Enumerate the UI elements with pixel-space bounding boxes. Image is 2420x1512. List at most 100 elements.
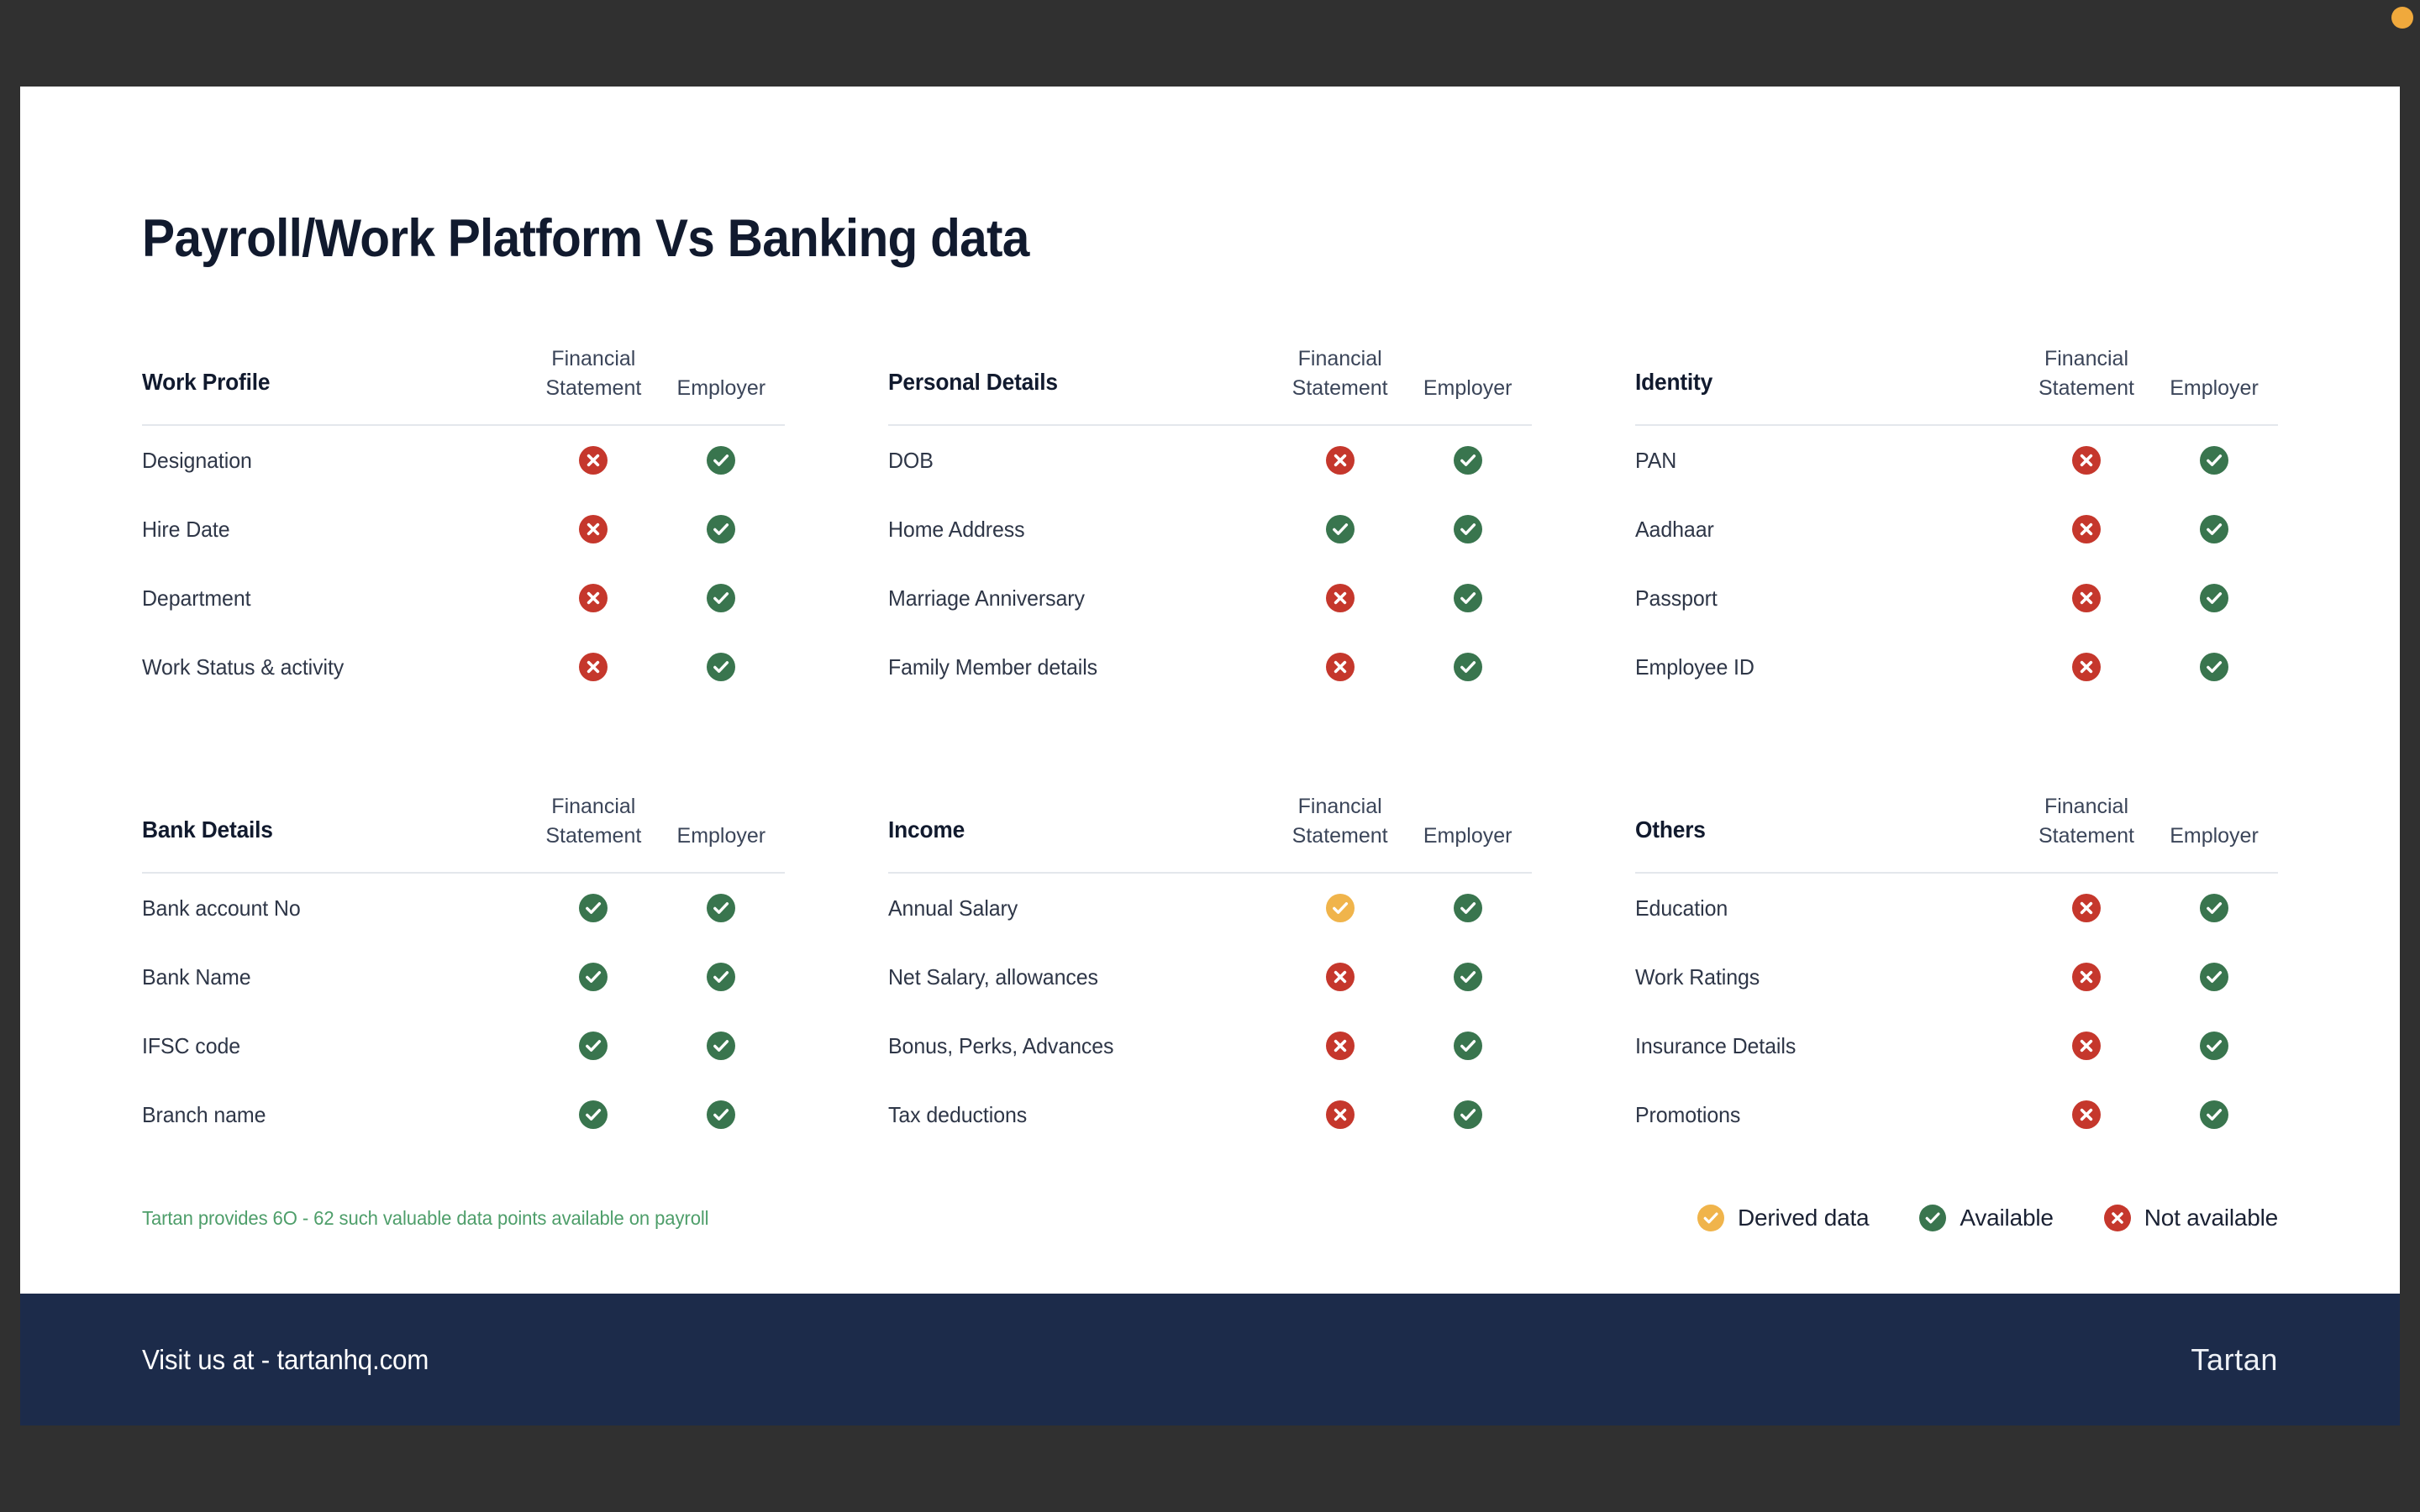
table-row: Tax deductions	[888, 1080, 1531, 1149]
column-header-financial-statement: Financial Statement	[2023, 792, 2150, 850]
legend-label: Not available	[2144, 1205, 2278, 1231]
cell-financial-statement	[1276, 584, 1404, 612]
column-header-financial-statement: Financial Statement	[2023, 344, 2150, 402]
check-circle-icon	[707, 963, 736, 991]
x-circle-icon	[579, 446, 608, 475]
table-header-row: Income Financial Statement Employer	[888, 792, 1532, 874]
table-header-row: Bank Details Financial Statement Employer	[142, 792, 786, 874]
cell-employer	[1404, 515, 1532, 543]
check-circle-icon	[1453, 894, 1482, 922]
row-label: Department	[142, 585, 251, 611]
cell-financial-statement	[2023, 515, 2150, 543]
x-circle-icon	[579, 584, 608, 612]
legend-label: Available	[1960, 1205, 2054, 1231]
table-header-row: Identity Financial Statement Employer	[1634, 344, 2278, 426]
cell-employer	[1404, 963, 1532, 991]
slide: Payroll/Work Platform Vs Banking data Wo…	[20, 87, 2400, 1425]
check-circle-icon	[579, 1100, 608, 1129]
x-circle-icon	[579, 653, 608, 681]
table-header-row: Work Profile Financial Statement Employer	[142, 344, 786, 426]
check-circle-icon	[1697, 1205, 1725, 1231]
table-row: Insurance Details	[1635, 1011, 2278, 1080]
column-header-line-1: Financial	[2044, 347, 2129, 370]
cell-employer	[657, 584, 785, 612]
footnote: Tartan provides 6O - 62 such valuable da…	[142, 1206, 709, 1229]
row-label: Passport	[1634, 585, 1718, 611]
row-label: Home Address	[888, 516, 1025, 542]
table-header-row: Others Financial Statement Employer	[1634, 792, 2278, 874]
table-row: Promotions	[1635, 1080, 2278, 1149]
table-row: IFSC code	[142, 1011, 785, 1080]
check-circle-icon	[1919, 1205, 1947, 1231]
table-row: Annual Salary	[888, 874, 1531, 942]
cell-financial-statement	[2023, 963, 2150, 991]
row-label: Bank Name	[142, 963, 251, 990]
table-row: Branch name	[142, 1080, 785, 1149]
cell-financial-statement	[1276, 894, 1404, 922]
table-row: Education	[1635, 874, 2278, 942]
table-row: Aadhaar	[1635, 495, 2278, 564]
column-header-line-2: Statement	[1292, 823, 1388, 848]
row-label: Tax deductions	[888, 1101, 1028, 1127]
check-circle-icon	[707, 584, 736, 612]
x-circle-icon	[2071, 894, 2101, 922]
cell-financial-statement	[2023, 653, 2150, 681]
column-header-employer: Employer	[1423, 823, 1512, 848]
check-circle-icon	[707, 1100, 736, 1129]
cell-employer	[657, 963, 785, 991]
table-row: PAN	[1635, 426, 2278, 495]
table-row: Net Salary, allowances	[888, 942, 1531, 1011]
table-title: Others	[1634, 816, 1706, 843]
cell-employer	[657, 894, 785, 922]
cursor-dot-icon	[2391, 7, 2413, 29]
check-circle-icon	[1453, 653, 1482, 681]
cell-financial-statement	[2023, 1032, 2150, 1060]
comparison-table: Identity Financial Statement Employer PAN Aad…	[1634, 344, 2278, 701]
table-row: Passport	[1635, 564, 2278, 633]
x-circle-icon	[579, 515, 608, 543]
row-label: DOB	[888, 447, 934, 473]
slide-body: Payroll/Work Platform Vs Banking data Wo…	[20, 87, 2400, 1294]
cell-employer	[1404, 894, 1532, 922]
x-circle-icon	[1325, 446, 1355, 475]
row-label: Marriage Anniversary	[888, 585, 1086, 611]
cell-employer	[657, 653, 785, 681]
table-row: Work Ratings	[1635, 942, 2278, 1011]
table-title: Work Profile	[142, 369, 271, 395]
cell-employer	[2150, 446, 2278, 475]
cell-employer	[1404, 653, 1532, 681]
check-circle-icon	[2199, 963, 2228, 991]
check-circle-icon	[1453, 1100, 1482, 1129]
column-header-line-2: Statement	[2039, 375, 2134, 400]
check-circle-icon	[707, 894, 736, 922]
check-circle-icon	[707, 1032, 736, 1060]
check-circle-icon	[1453, 963, 1482, 991]
x-circle-icon	[1325, 963, 1355, 991]
column-header-line-2: Statement	[1292, 375, 1388, 400]
table-row: Bank account No	[142, 874, 785, 942]
table-title: Identity	[1634, 369, 1712, 395]
column-header-line-1: Financial	[551, 795, 636, 818]
comparison-tables-grid: Work Profile Financial Statement Employer De…	[142, 344, 2278, 1149]
table-header-row: Personal Details Financial Statement Employ…	[888, 344, 1532, 426]
cell-financial-statement	[529, 653, 657, 681]
check-circle-icon	[2199, 446, 2228, 475]
cell-financial-statement	[1276, 963, 1404, 991]
column-header-employer: Employer	[2170, 375, 2259, 400]
cell-employer	[2150, 515, 2278, 543]
row-label: Family Member details	[888, 654, 1098, 680]
cell-employer	[1404, 446, 1532, 475]
row-label: Work Status & activity	[142, 654, 345, 680]
column-header-line-1: Financial	[1297, 347, 1382, 370]
row-label: Annual Salary	[888, 895, 1018, 921]
cell-employer	[1404, 584, 1532, 612]
table-row: Designation	[142, 426, 785, 495]
row-label: Promotions	[1634, 1101, 1740, 1127]
cell-financial-statement	[529, 446, 657, 475]
x-circle-icon	[2071, 1100, 2101, 1129]
x-circle-icon	[1325, 584, 1355, 612]
column-header-employer: Employer	[676, 375, 766, 400]
cell-employer	[2150, 584, 2278, 612]
check-circle-icon	[707, 446, 736, 475]
cell-employer	[2150, 1032, 2278, 1060]
